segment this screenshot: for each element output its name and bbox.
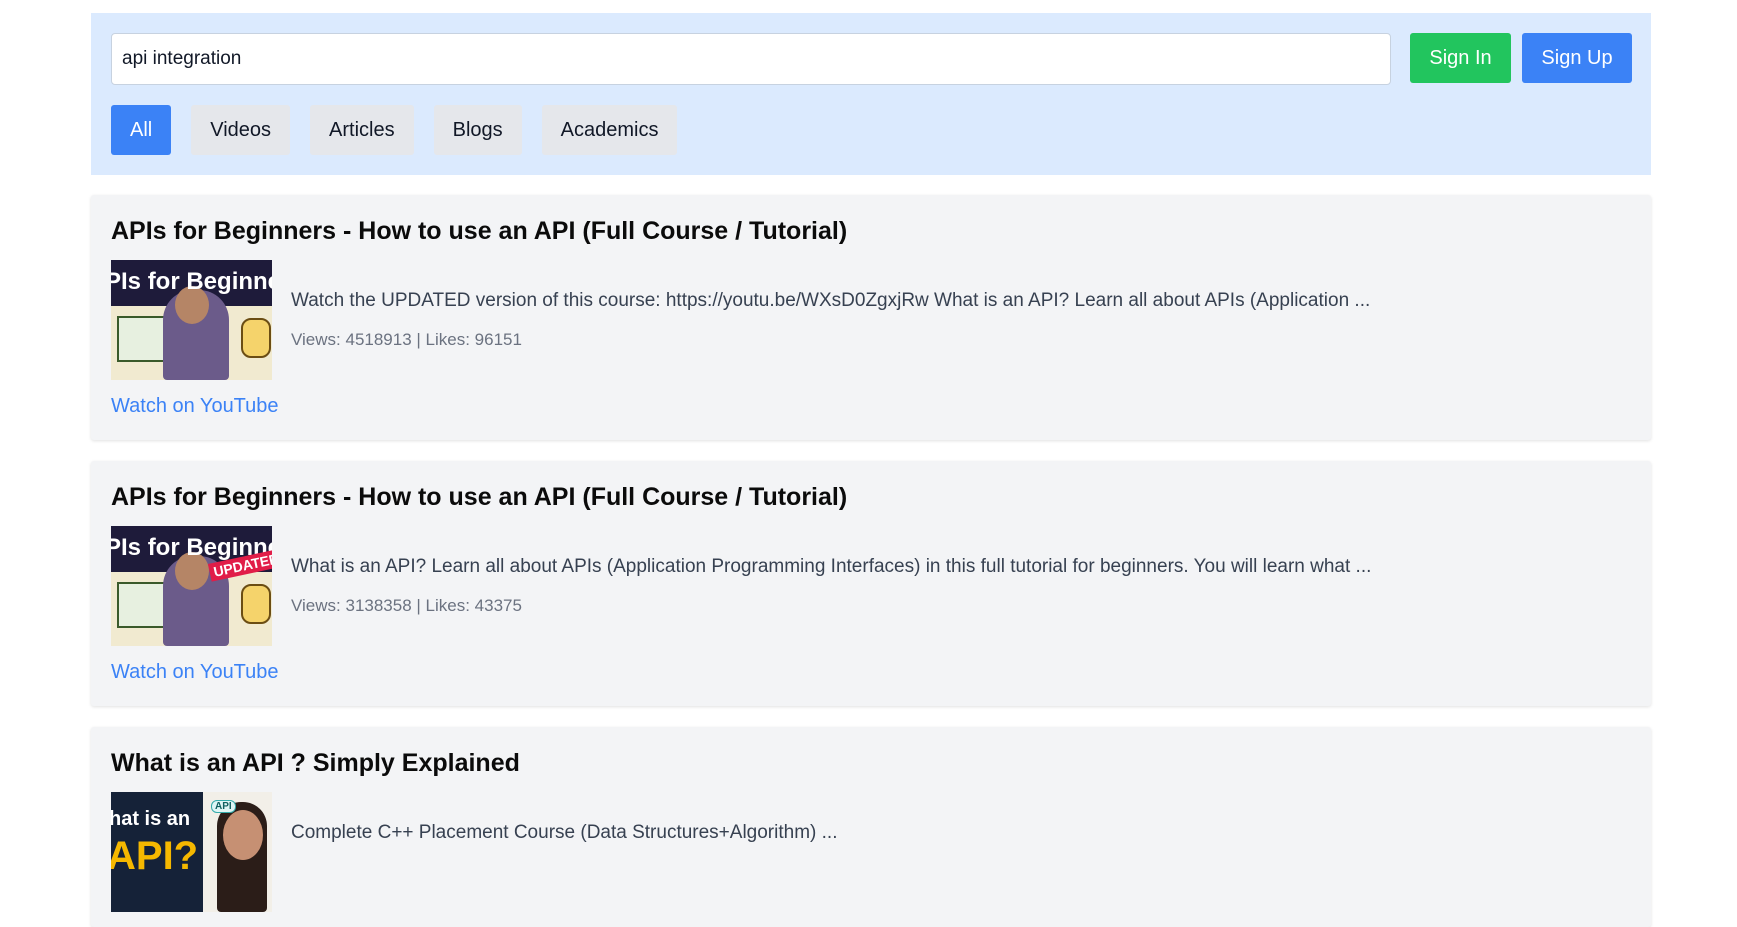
sign-in-button[interactable]: Sign In — [1410, 33, 1511, 83]
result-description: What is an API? Learn all about APIs (Ap… — [291, 556, 1372, 577]
filter-tabs: All Videos Articles Blogs Academics — [111, 105, 678, 155]
result-description: Watch the UPDATED version of this course… — [291, 290, 1371, 311]
tab-blogs[interactable]: Blogs — [433, 105, 522, 155]
thumbnail-title-line1: hat is an — [111, 808, 191, 830]
result-card: What is an API ? Simply Explained hat is… — [91, 727, 1651, 927]
result-title[interactable]: APIs for Beginners - How to use an API (… — [111, 483, 847, 512]
result-title[interactable]: APIs for Beginners - How to use an API (… — [111, 217, 847, 246]
watch-on-youtube-link[interactable]: Watch on YouTube — [111, 661, 279, 684]
watch-on-youtube-link[interactable]: Watch on YouTube — [111, 395, 279, 418]
sign-up-button[interactable]: Sign Up — [1522, 33, 1632, 83]
video-thumbnail[interactable]: PIs for Beginners — [111, 260, 272, 380]
result-card: APIs for Beginners - How to use an API (… — [91, 461, 1651, 706]
tab-academics[interactable]: Academics — [541, 105, 678, 155]
result-stats: Views: 3138358 | Likes: 43375 — [291, 596, 522, 615]
result-description: Complete C++ Placement Course (Data Stru… — [291, 822, 838, 843]
thumbnail-title: PIs for Beginners — [111, 268, 272, 295]
tab-all[interactable]: All — [111, 105, 172, 155]
api-tag-icon: API — [211, 800, 236, 813]
thumbnail-title-line2: API? — [111, 834, 199, 878]
tab-articles[interactable]: Articles — [310, 105, 414, 155]
database-icon — [241, 318, 271, 358]
video-thumbnail[interactable]: hat is an API? API — [111, 792, 272, 912]
result-stats: Views: 4518913 | Likes: 96151 — [291, 330, 522, 349]
tab-videos[interactable]: Videos — [191, 105, 291, 155]
search-header: Sign In Sign Up All Videos Articles Blog… — [91, 13, 1651, 175]
result-title[interactable]: What is an API ? Simply Explained — [111, 749, 520, 778]
result-card: APIs for Beginners - How to use an API (… — [91, 195, 1651, 440]
presenter-face — [223, 810, 263, 860]
database-icon — [241, 584, 271, 624]
video-thumbnail[interactable]: PIs for Beginners UPDATED — [111, 526, 272, 646]
search-input[interactable] — [111, 33, 1391, 85]
